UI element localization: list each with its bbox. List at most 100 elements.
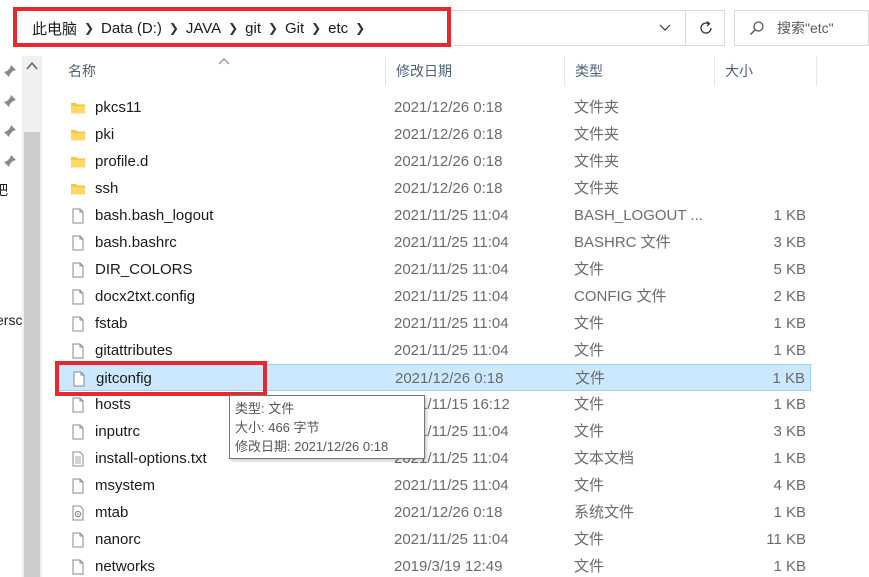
search-placeholder: 搜索"etc" [777, 20, 834, 36]
file-size: 1 KB [772, 370, 805, 387]
file-name: nanorc [95, 531, 141, 548]
crumb-git[interactable]: git [243, 20, 263, 37]
file-date: 2021/12/26 0:18 [394, 504, 503, 521]
pin-icon[interactable] [2, 63, 18, 79]
file-type: 文件 [574, 477, 605, 494]
chevron-right-icon[interactable]: ❯ [223, 21, 243, 35]
file-type: 系统文件 [574, 504, 635, 521]
file-row[interactable]: gitattributes 2021/11/25 11:04 文件 1 KB [58, 337, 811, 364]
column-size[interactable]: 大小 [715, 56, 817, 86]
file-name: gitattributes [95, 342, 173, 359]
file-name: bash.bash_logout [95, 207, 214, 224]
file-date: 2021/12/26 0:18 [394, 126, 503, 143]
file-size: 1 KB [773, 558, 806, 575]
crumb-etc[interactable]: etc [326, 20, 350, 37]
file-row[interactable]: DIR_COLORS 2021/11/25 11:04 文件 5 KB [58, 256, 811, 283]
column-date[interactable]: 修改日期 [386, 56, 565, 86]
file-name: networks [95, 558, 156, 575]
file-row[interactable]: mtab 2021/12/26 0:18 系统文件 1 KB [58, 499, 811, 526]
file-size: 3 KB [773, 234, 806, 251]
file-type: 文件 [574, 558, 605, 575]
file-row[interactable]: docx2txt.config 2021/11/25 11:04 CONFIG 文件… [58, 283, 811, 310]
file-row[interactable]: ssh 2021/12/26 0:18 文件夹 [58, 175, 811, 202]
chevron-right-icon[interactable]: ❯ [350, 21, 370, 35]
file-icon [70, 262, 86, 278]
file-size: 1 KB [773, 315, 806, 332]
file-type: BASH_LOGOUT ... [574, 207, 703, 224]
file-icon [70, 289, 86, 305]
file-row[interactable]: pki 2021/12/26 0:18 文件夹 [58, 121, 811, 148]
address-dropdown-button[interactable] [650, 10, 680, 46]
file-type: 文件 [574, 315, 605, 332]
file-date: 2021/11/25 11:04 [394, 261, 509, 278]
file-size: 1 KB [773, 207, 806, 224]
file-name: fstab [95, 315, 128, 332]
file-size: 4 KB [773, 477, 806, 494]
file-row[interactable]: gitconfig 2021/12/26 0:18 文件 1 KB [58, 364, 811, 391]
chevron-right-icon[interactable]: ❯ [164, 21, 184, 35]
chevron-right-icon[interactable]: ❯ [263, 21, 283, 35]
file-date: 2021/12/26 0:18 [395, 370, 504, 387]
file-date: 2021/11/25 11:04 [394, 234, 509, 251]
tooltip-type: 类型: 文件 [235, 401, 295, 416]
file-name: mtab [95, 504, 129, 521]
file-type: CONFIG 文件 [574, 288, 667, 305]
file-row[interactable]: nanorc 2021/11/25 11:04 文件 11 KB [58, 526, 811, 553]
crumb-java[interactable]: JAVA [184, 20, 223, 37]
file-icon [70, 316, 86, 332]
file-row[interactable]: networks 2019/3/19 12:49 文件 1 KB [58, 553, 811, 577]
file-type: 文件夹 [574, 99, 620, 116]
file-row[interactable]: hosts 2021/11/15 16:12 文件 1 KB [58, 391, 811, 418]
tooltip-size: 大小: 466 字节 [235, 420, 320, 435]
refresh-button[interactable] [685, 10, 725, 46]
file-icon [70, 559, 86, 575]
sort-ascending-icon [218, 58, 230, 65]
text-file-icon [70, 451, 86, 467]
file-row[interactable]: bash.bashrc 2021/11/25 11:04 BASHRC 文件 3 KB [58, 229, 811, 256]
file-size: 1 KB [773, 342, 806, 359]
file-name: install-options.txt [95, 450, 207, 467]
file-date: 2021/11/25 11:04 [394, 288, 509, 305]
file-type: 文件 [574, 342, 605, 359]
nav-item-fragment[interactable]: ersc [0, 312, 22, 328]
pin-icon[interactable] [2, 153, 18, 169]
scrollbar-thumb[interactable] [24, 132, 40, 577]
address-bar[interactable]: 此电脑 ❯ Data (D:) ❯ JAVA ❯ git ❯ Git ❯ etc… [13, 10, 725, 46]
nav-scrollbar[interactable] [22, 56, 42, 577]
file-date: 2021/11/25 11:04 [394, 315, 509, 332]
file-row[interactable]: inputrc 2021/11/25 11:04 文件 3 KB [58, 418, 811, 445]
file-type: 文件 [574, 396, 605, 413]
file-name: gitconfig [96, 370, 152, 387]
pin-icon[interactable] [2, 93, 18, 109]
search-input[interactable]: 搜索"etc" [734, 10, 869, 46]
file-icon [70, 235, 86, 251]
folder-icon [70, 127, 86, 143]
file-tooltip: 类型: 文件 大小: 466 字节 修改日期: 2021/12/26 0:18 [229, 395, 425, 459]
file-row[interactable]: install-options.txt 2021/11/25 11:04 文本文档 1… [58, 445, 811, 472]
pin-icon[interactable] [2, 123, 18, 139]
file-date: 2021/11/25 11:04 [394, 342, 509, 359]
chevron-right-icon[interactable]: ❯ [306, 21, 326, 35]
file-row[interactable]: bash.bash_logout 2021/11/25 11:04 BASH_LOG… [58, 202, 811, 229]
file-row[interactable]: msystem 2021/11/25 11:04 文件 4 KB [58, 472, 811, 499]
nav-item-fragment[interactable]: 吧 [0, 180, 8, 200]
scroll-up-icon[interactable] [25, 60, 39, 72]
toolbar: 此电脑 ❯ Data (D:) ❯ JAVA ❯ git ❯ Git ❯ etc… [0, 0, 869, 56]
file-size: 1 KB [773, 396, 806, 413]
chevron-right-icon[interactable]: ❯ [79, 21, 99, 35]
breadcrumb: 此电脑 ❯ Data (D:) ❯ JAVA ❯ git ❯ Git ❯ etc… [14, 11, 370, 45]
crumb-drive[interactable]: Data (D:) [99, 20, 164, 37]
file-row[interactable]: pkcs11 2021/12/26 0:18 文件夹 [58, 94, 811, 121]
crumb-git-upper[interactable]: Git [283, 20, 306, 37]
file-date: 2021/11/25 11:04 [394, 477, 509, 494]
tooltip-date: 修改日期: 2021/12/26 0:18 [235, 439, 389, 454]
file-row[interactable]: fstab 2021/11/25 11:04 文件 1 KB [58, 310, 811, 337]
crumb-this-pc[interactable]: 此电脑 [30, 18, 79, 39]
file-type: 文件 [574, 531, 605, 548]
file-size: 1 KB [773, 450, 806, 467]
file-date: 2021/11/25 11:04 [394, 207, 509, 224]
file-date: 2021/11/25 11:04 [394, 531, 509, 548]
column-type[interactable]: 类型 [565, 56, 715, 86]
file-row[interactable]: profile.d 2021/12/26 0:18 文件夹 [58, 148, 811, 175]
file-type: 文件夹 [574, 153, 620, 170]
